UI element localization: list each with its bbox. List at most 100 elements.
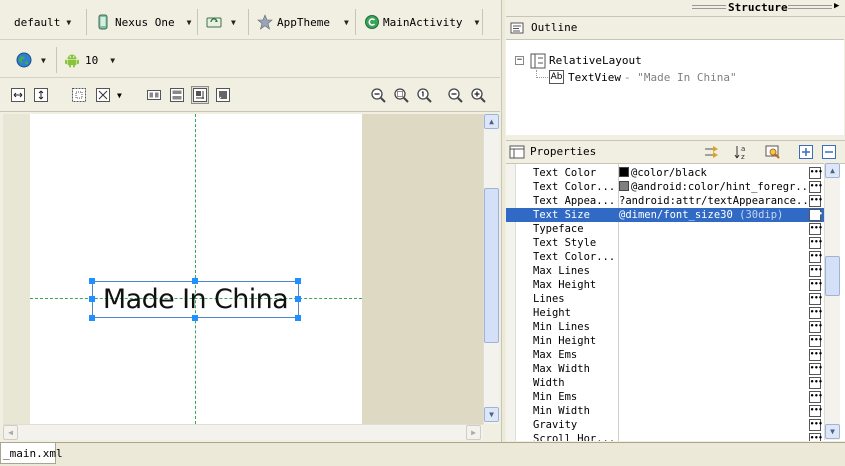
ellipsis-button[interactable]: ••• [809, 349, 823, 361]
fill-height-button[interactable] [32, 86, 50, 104]
wrap-content-button[interactable] [191, 86, 209, 104]
scroll-right-icon[interactable]: ▶ [466, 425, 481, 440]
layout-vertical-button[interactable] [168, 86, 186, 104]
orientation-dropdown[interactable]: ▼ [206, 12, 236, 32]
scroll-thumb[interactable] [484, 188, 499, 343]
expand-all-icon[interactable] [798, 144, 814, 160]
resize-handle[interactable] [192, 315, 198, 321]
ellipsis-button[interactable]: ••• [809, 335, 823, 347]
property-value[interactable]: ?android:attr/textAppearance... [619, 194, 807, 208]
resize-handle[interactable] [295, 315, 301, 321]
property-row[interactable]: Text Color @color/black ••• [506, 166, 824, 180]
property-row[interactable]: Scroll Hor... ••• [506, 432, 824, 441]
scroll-down-icon[interactable]: ▼ [825, 424, 840, 439]
zoom-actual-button[interactable] [415, 86, 433, 104]
property-value[interactable] [619, 404, 807, 418]
property-row[interactable]: Min Ems ••• [506, 390, 824, 404]
show-margins-button[interactable] [70, 86, 88, 104]
property-value[interactable]: @dimen/font_size30 (30dip) [619, 208, 807, 222]
property-row[interactable]: Text Appea... ?android:attr/textAppearanc… [506, 194, 824, 208]
zoom-out-button[interactable] [369, 86, 387, 104]
property-row[interactable]: Height ••• [506, 306, 824, 320]
property-value[interactable] [619, 278, 807, 292]
property-value[interactable] [619, 222, 807, 236]
property-row[interactable]: Typeface ••• [506, 222, 824, 236]
ellipsis-button[interactable]: ••• [809, 293, 823, 305]
device-dropdown[interactable]: Nexus One ▼ [95, 12, 191, 32]
scroll-down-icon[interactable]: ▼ [484, 407, 499, 422]
property-value[interactable] [619, 320, 807, 334]
ellipsis-button[interactable]: ••• [809, 279, 823, 291]
canvas-horizontal-scrollbar[interactable]: ◀ ▶ [3, 424, 483, 440]
ellipsis-button[interactable]: ••• [809, 181, 823, 193]
sort-az-icon[interactable]: az [734, 144, 750, 161]
property-value[interactable] [619, 362, 807, 376]
property-row[interactable]: Width ••• [506, 376, 824, 390]
property-row[interactable]: Gravity ••• [506, 418, 824, 432]
activity-dropdown[interactable]: MainActivity ▼ [364, 12, 479, 32]
property-row[interactable]: Text Color... @android:color/hint_foregr.… [506, 180, 824, 194]
textview-widget[interactable]: Made In China [92, 281, 299, 318]
property-row[interactable]: Lines ••• [506, 292, 824, 306]
properties-table[interactable]: Text Color @color/black ••• Text Color... @a… [506, 163, 845, 441]
ellipsis-button[interactable]: ••• [809, 321, 823, 333]
property-row[interactable]: Min Width ••• [506, 404, 824, 418]
resize-handle[interactable] [295, 278, 301, 284]
fill-width-button[interactable] [9, 86, 27, 104]
zoom-fit-button[interactable] [392, 86, 410, 104]
property-row[interactable]: Min Lines ••• [506, 320, 824, 334]
property-value[interactable] [619, 264, 807, 278]
property-value[interactable] [619, 348, 807, 362]
canvas-vertical-scrollbar[interactable]: ▲ ▼ [483, 114, 499, 424]
property-row[interactable]: Max Lines ••• [506, 264, 824, 278]
property-row[interactable]: Max Height ••• [506, 278, 824, 292]
scroll-up-icon[interactable]: ▲ [825, 163, 840, 178]
outline-tree[interactable]: − RelativeLayout Ab TextView - "Made In … [506, 39, 844, 135]
ellipsis-button[interactable]: ••• [809, 405, 823, 417]
scroll-up-icon[interactable]: ▲ [484, 114, 499, 129]
collapse-all-icon[interactable] [821, 144, 837, 160]
ellipsis-button[interactable]: ••• [809, 209, 823, 221]
ellipsis-button[interactable]: ••• [809, 265, 823, 277]
property-row[interactable]: Max Ems ••• [506, 348, 824, 362]
editor-tab-main-xml[interactable]: _main.xml [0, 443, 63, 464]
locale-dropdown[interactable]: ▼ [16, 50, 46, 70]
property-value[interactable] [619, 306, 807, 320]
panel-splitter[interactable] [501, 0, 505, 442]
resize-handle[interactable] [192, 278, 198, 284]
ellipsis-button[interactable]: ••• [809, 433, 823, 441]
property-value[interactable] [619, 390, 807, 404]
layout-horizontal-button[interactable] [145, 86, 163, 104]
resize-handle[interactable] [89, 296, 95, 302]
resize-handle[interactable] [89, 278, 95, 284]
api-level-dropdown[interactable]: 10 ▼ [64, 50, 115, 70]
property-value[interactable] [619, 292, 807, 306]
scroll-left-icon[interactable]: ◀ [3, 425, 18, 440]
property-value[interactable] [619, 418, 807, 432]
chevron-down-icon[interactable]: ▼ [117, 91, 122, 100]
ellipsis-button[interactable]: ••• [809, 251, 823, 263]
collapse-icon[interactable]: − [515, 56, 524, 65]
property-value[interactable] [619, 236, 807, 250]
ellipsis-button[interactable]: ••• [809, 391, 823, 403]
advanced-properties-icon[interactable] [704, 144, 720, 160]
expand-panel-icon[interactable]: ▶ [834, 1, 839, 11]
ellipsis-button[interactable]: ••• [809, 307, 823, 319]
resize-handle[interactable] [89, 315, 95, 321]
resize-handle[interactable] [295, 296, 301, 302]
ellipsis-button[interactable]: ••• [809, 419, 823, 431]
property-row[interactable]: Text Color... ••• [506, 250, 824, 264]
app-theme-dropdown[interactable]: AppTheme ▼ [257, 12, 349, 32]
clipping-button[interactable] [94, 86, 112, 104]
property-value[interactable] [619, 250, 807, 264]
property-row[interactable]: Text Style ••• [506, 236, 824, 250]
property-row[interactable]: Text Size @dimen/font_size30 (30dip) ••• [506, 208, 824, 222]
ellipsis-button[interactable]: ••• [809, 377, 823, 389]
zoom-out-small-button[interactable] [446, 86, 464, 104]
scroll-thumb[interactable] [825, 256, 840, 296]
ellipsis-button[interactable]: ••• [809, 167, 823, 179]
ellipsis-button[interactable]: ••• [809, 223, 823, 235]
zoom-in-button[interactable] [469, 86, 487, 104]
property-row[interactable]: Min Height ••• [506, 334, 824, 348]
layout-canvas[interactable]: Made In China [3, 114, 483, 424]
